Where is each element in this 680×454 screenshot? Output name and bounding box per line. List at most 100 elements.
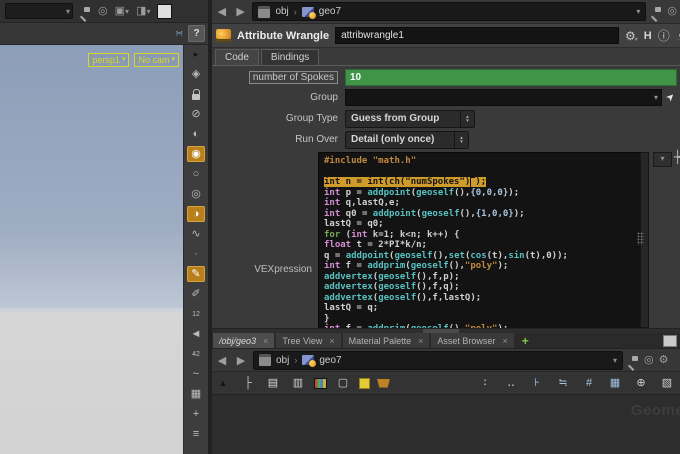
link-circle-icon[interactable]: ◎ xyxy=(667,6,677,17)
spokes-value-field[interactable]: 10 xyxy=(345,69,677,86)
point-light-icon[interactable]: ○ xyxy=(187,166,205,182)
grid-display-icon[interactable]: ▦ xyxy=(606,375,624,391)
path-dropdown-icon[interactable] xyxy=(636,6,640,17)
headlight-only-icon[interactable]: ⊘ xyxy=(187,106,205,122)
pane-tab-bar: /obj/geo3 × Tree View × Material Palette × Ass… xyxy=(212,333,680,348)
breadcrumb-node[interactable]: geo7 xyxy=(319,6,341,17)
cook-indicator-icon[interactable]: ◔ xyxy=(676,29,680,43)
cone-light-icon[interactable]: ◎ xyxy=(187,186,205,202)
color-swatch[interactable] xyxy=(157,3,173,19)
forward-arrow-icon[interactable] xyxy=(234,5,248,18)
forward-arrow-icon[interactable] xyxy=(234,354,248,367)
tab-code[interactable]: Code xyxy=(215,49,259,65)
param-label[interactable]: Group Type xyxy=(212,113,345,124)
eyedropper-icon[interactable]: ✐ xyxy=(187,286,205,302)
cam-link-menu[interactable]: No cam xyxy=(134,53,179,67)
pane-maximize-icon[interactable] xyxy=(663,335,677,347)
breadcrumb-node[interactable]: geo7 xyxy=(319,355,341,366)
zoom-search-icon[interactable]: ⊕ xyxy=(632,375,650,391)
sticky-note-icon[interactable] xyxy=(359,377,370,389)
smooth-shaded-icon[interactable]: ◑ xyxy=(187,206,205,222)
marker-brush-icon[interactable]: ✎ xyxy=(187,266,205,282)
list-view-icon[interactable]: ▤ xyxy=(264,375,282,391)
node-parms-icon[interactable]: ▥ xyxy=(289,375,307,391)
param-label[interactable]: Run Over xyxy=(212,134,345,145)
network-canvas[interactable]: Geometr xyxy=(212,395,680,454)
snap-nodes-icon[interactable]: ⊦ xyxy=(528,375,546,391)
group-dropdown-icon[interactable] xyxy=(654,92,658,103)
bundle-basket-icon[interactable] xyxy=(377,378,390,388)
group-input-field[interactable] xyxy=(345,89,662,106)
breadcrumb[interactable]: obj geo7 xyxy=(252,2,647,21)
houdini-badge-icon[interactable]: H xyxy=(644,30,652,42)
layout-list-icon[interactable]: ∺ xyxy=(175,29,183,38)
point-display-icon[interactable]: · xyxy=(187,246,205,262)
editor-options-dropdown[interactable] xyxy=(653,152,672,167)
align-nodes-icon[interactable]: ≒ xyxy=(554,375,572,391)
pane-tab[interactable]: /obj/geo3 × xyxy=(213,333,275,348)
grid-snap-icon[interactable]: # xyxy=(580,375,598,391)
camera-menu[interactable]: persp1 xyxy=(88,53,130,67)
add-tab-button[interactable]: + xyxy=(516,333,535,348)
template-grid-icon[interactable]: ▦ xyxy=(187,386,205,402)
palette-icon[interactable] xyxy=(314,377,327,389)
runover-select[interactable]: Detail (only once) xyxy=(345,130,469,149)
camera-view-icon[interactable]: ◨ xyxy=(136,5,150,17)
param-label[interactable]: number of Spokes xyxy=(212,71,345,84)
node-name-field[interactable]: attribwrangle1 xyxy=(335,27,619,44)
viewer-state-dropdown[interactable] xyxy=(5,3,73,19)
radial-menu-icon[interactable]: ◎ xyxy=(98,5,108,17)
back-arrow-icon[interactable] xyxy=(215,5,229,18)
spinner-icon[interactable] xyxy=(460,110,474,127)
back-arrow-icon[interactable] xyxy=(215,354,229,367)
network-breadcrumb[interactable]: obj geo7 xyxy=(253,350,623,370)
editor-resize-grip[interactable] xyxy=(637,232,644,245)
node-shape-icon[interactable]: ▢ xyxy=(334,375,352,391)
pane-scroll-icon[interactable]: ▲ xyxy=(214,375,232,391)
pin-icon[interactable] xyxy=(80,6,91,17)
origin-axes-icon[interactable]: + xyxy=(187,406,205,422)
link-circle-icon[interactable]: ◎ xyxy=(644,354,654,366)
breadcrumb-root[interactable]: obj xyxy=(275,6,288,17)
expand-string-icon[interactable]: ┾ xyxy=(674,150,680,164)
prim-numbers-icon[interactable]: 42 xyxy=(187,346,205,362)
param-label[interactable]: Group xyxy=(212,92,345,103)
close-tab-icon[interactable]: × xyxy=(418,336,423,346)
tab-bindings[interactable]: Bindings xyxy=(260,49,320,65)
close-tab-icon[interactable]: × xyxy=(502,336,507,346)
close-tab-icon[interactable]: × xyxy=(329,336,334,346)
point-numbers-icon[interactable]: 12 xyxy=(187,306,205,322)
info-icon[interactable]: ⓘ xyxy=(658,27,670,44)
help-button[interactable]: ? xyxy=(188,25,205,42)
vex-code[interactable]: #include "math.h" int n = int(ch("numSpo… xyxy=(318,152,645,331)
viewport-3d[interactable]: persp1 No cam xyxy=(0,45,184,454)
gem-display-icon[interactable]: ◈ xyxy=(187,66,205,82)
pane-tab[interactable]: Asset Browser × xyxy=(431,333,514,348)
lock-icon[interactable] xyxy=(187,86,205,102)
name-display-icon[interactable]: ‥ xyxy=(502,375,520,391)
pane-tab[interactable]: Material Palette × xyxy=(342,333,430,348)
path-dropdown-icon[interactable] xyxy=(613,355,617,366)
reselect-arrow-icon[interactable]: ➤ xyxy=(661,87,680,108)
toolbar-overflow-icon[interactable]: ▸ xyxy=(187,46,205,62)
spinner-icon[interactable] xyxy=(454,131,468,148)
flag-image-icon[interactable]: ▧ xyxy=(658,375,676,391)
close-tab-icon[interactable]: × xyxy=(263,336,268,346)
tree-view-icon[interactable]: ├ xyxy=(239,375,257,391)
pin-pane-icon[interactable] xyxy=(651,6,662,17)
normal-lighting-icon[interactable]: ◐ xyxy=(187,126,205,142)
layer-disc-icon[interactable]: ≡ xyxy=(187,426,205,442)
pin-pane-icon[interactable] xyxy=(628,355,639,366)
gear-icon[interactable]: ⚙ xyxy=(659,354,669,366)
breadcrumb-root[interactable]: obj xyxy=(276,355,289,366)
badge-display-icon[interactable]: ∶ xyxy=(476,375,494,391)
snap-mode-icon[interactable]: ∿ xyxy=(187,226,205,242)
vertex-markers-icon[interactable]: ◄ xyxy=(187,326,205,342)
pane-tab[interactable]: Tree View × xyxy=(276,333,341,348)
curve-hull-icon[interactable]: ~ xyxy=(187,366,205,382)
gear-icon[interactable]: ⚙ ▾ xyxy=(625,29,638,43)
code-line: for (int k=1; k<n; k++) { xyxy=(324,229,460,240)
high-quality-lighting-icon[interactable]: ◉ xyxy=(187,146,205,162)
geometry-cube-icon[interactable]: ▣ xyxy=(115,5,129,17)
grouptype-select[interactable]: Guess from Group xyxy=(345,109,475,128)
